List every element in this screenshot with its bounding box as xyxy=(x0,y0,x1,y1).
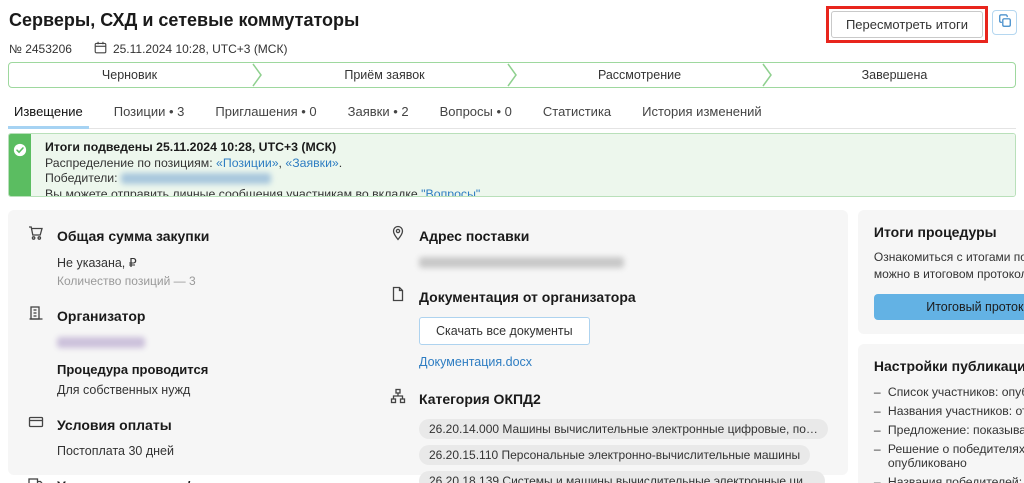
okpd2-section: Категория ОКПД2 26.20.14.000 Машины вычи… xyxy=(390,388,828,483)
organizer-title: Организатор xyxy=(57,308,145,324)
tab-statistics[interactable]: Статистика xyxy=(541,100,613,128)
procedure-datetime: 25.11.2024 10:28, UTC+3 (МСК) xyxy=(94,41,288,57)
publication-setting-item: Решение о победителях: опубликовано xyxy=(874,440,1024,473)
winner-name-redacted xyxy=(121,173,271,184)
copy-link-button[interactable] xyxy=(992,10,1017,35)
delivery-terms-section: Условия поставки / оказания услуг xyxy=(28,475,390,483)
check-circle-icon xyxy=(13,143,27,196)
tab-invitations[interactable]: Приглашения • 0 xyxy=(213,100,318,128)
building-icon xyxy=(28,305,44,326)
review-results-button[interactable]: Пересмотреть итоги xyxy=(831,11,983,38)
delivery-address-section: Адрес поставки xyxy=(390,225,828,269)
tab-history[interactable]: История изменений xyxy=(640,100,764,128)
chevron-separator-icon xyxy=(505,63,519,87)
banner-message-line: Вы можете отправить личные сообщения уча… xyxy=(45,187,1001,197)
documentation-section: Документация от организатора Скачать все… xyxy=(390,286,828,371)
organizer-section: Организатор Процедура проводится Для соб… xyxy=(28,305,390,397)
okpd2-chip: 26.20.18.139 Системы и машины вычислител… xyxy=(419,471,825,483)
step-completed: Завершена xyxy=(774,63,1015,87)
step-review: Рассмотрение xyxy=(519,63,760,87)
payment-terms-title: Условия оплаты xyxy=(57,417,172,433)
hierarchy-icon xyxy=(390,388,406,409)
step-draft: Черновик xyxy=(9,63,250,87)
main-content: Общая сумма закупки Не указана, ₽ Количе… xyxy=(8,210,1016,475)
notice-card: Общая сумма закупки Не указана, ₽ Количе… xyxy=(8,210,848,475)
download-all-documents-button[interactable]: Скачать все документы xyxy=(419,317,590,345)
map-pin-icon xyxy=(390,225,406,246)
publication-settings-title: Настройки публикации xyxy=(874,358,1024,374)
banner-title: Итоги подведены 25.11.2024 10:28, UTC+3 … xyxy=(45,140,1001,156)
positions-link[interactable]: «Позиции» xyxy=(216,156,279,170)
questions-link[interactable]: "Вопросы" xyxy=(421,187,480,197)
banner-success-strip xyxy=(9,134,31,196)
banner-winners-line: Победители: xyxy=(45,171,1001,187)
document-icon xyxy=(390,286,406,307)
publication-settings-card: Настройки публикации Список участников: … xyxy=(858,344,1024,483)
total-sum-title: Общая сумма закупки xyxy=(57,228,209,244)
positions-count-note: Количество позиций — 3 xyxy=(57,274,390,288)
calendar-icon xyxy=(94,41,107,57)
publication-setting-item: Названия победителей: открыты xyxy=(874,473,1024,483)
okpd2-chip: 26.20.14.000 Машины вычислительные элект… xyxy=(419,419,828,439)
banner-body: Итоги подведены 25.11.2024 10:28, UTC+3 … xyxy=(31,134,1015,196)
credit-card-icon xyxy=(28,414,44,435)
bids-link[interactable]: «Заявки» xyxy=(285,156,338,170)
procedure-results-title: Итоги процедуры xyxy=(874,224,1024,240)
okpd2-title: Категория ОКПД2 xyxy=(419,391,541,407)
procedure-conducted-value: Для собственных нужд xyxy=(57,383,390,397)
page-title: Серверы, СХД и сетевые коммутаторы xyxy=(9,10,359,31)
payment-terms-value: Постоплата 30 дней xyxy=(57,444,390,458)
procedure-conducted-title: Процедура проводится xyxy=(57,362,390,377)
chevron-separator-icon xyxy=(250,63,264,87)
procedure-results-card: Итоги процедуры Ознакомиться с итогами п… xyxy=(858,210,1024,334)
notice-left-column: Общая сумма закупки Не указана, ₽ Количе… xyxy=(28,225,390,460)
page-header: Серверы, СХД и сетевые коммутаторы № 245… xyxy=(0,0,1024,60)
publication-setting-item: Названия участников: открыты xyxy=(874,402,1024,421)
notice-middle-column: Адрес поставки Документация от организат… xyxy=(390,225,828,460)
total-sum-value: Не указана, ₽ xyxy=(57,255,390,270)
delivery-terms-title: Условия поставки / оказания услуг xyxy=(57,478,299,483)
step-accepting-bids: Приём заявок xyxy=(264,63,505,87)
copy-icon xyxy=(998,14,1012,31)
delivery-address-title: Адрес поставки xyxy=(419,228,529,244)
procedure-results-text: Ознакомиться с итогами подробнее можно в… xyxy=(874,249,1024,283)
right-sidebar: Итоги процедуры Ознакомиться с итогами п… xyxy=(858,210,1024,475)
payment-terms-section: Условия оплаты Постоплата 30 дней xyxy=(28,414,390,458)
publication-settings-list: Список участников: опубликован Названия … xyxy=(874,383,1024,483)
documentation-file-link[interactable]: Документация.docx xyxy=(419,355,532,369)
banner-distribution-line: Распределение по позициям: «Позиции», «З… xyxy=(45,156,1001,172)
documentation-title: Документация от организатора xyxy=(419,289,636,305)
cart-icon xyxy=(28,225,44,246)
status-stepper: Черновик Приём заявок Рассмотрение Завер… xyxy=(8,62,1016,88)
organizer-name-redacted xyxy=(57,337,145,348)
tab-bids[interactable]: Заявки • 2 xyxy=(346,100,411,128)
tab-questions[interactable]: Вопросы • 0 xyxy=(438,100,514,128)
procedure-meta: № 2453206 25.11.2024 10:28, UTC+3 (МСК) xyxy=(9,41,287,57)
red-annotation-box: Пересмотреть итоги xyxy=(826,6,988,43)
tab-bar: Извещение Позиции • 3 Приглашения • 0 За… xyxy=(8,100,1016,129)
tab-positions[interactable]: Позиции • 3 xyxy=(112,100,187,128)
chevron-separator-icon xyxy=(760,63,774,87)
procedure-page: Серверы, СХД и сетевые коммутаторы № 245… xyxy=(0,0,1024,483)
final-protocol-button[interactable]: Итоговый протокол xyxy=(874,294,1024,320)
publication-setting-item: Предложение: показывать цены xyxy=(874,421,1024,440)
delivery-address-redacted xyxy=(419,257,624,268)
publication-setting-item: Список участников: опубликован xyxy=(874,383,1024,402)
total-sum-section: Общая сумма закупки Не указана, ₽ Количе… xyxy=(28,225,390,288)
procedure-number: № 2453206 xyxy=(9,42,72,56)
okpd2-chip-list: 26.20.14.000 Машины вычислительные элект… xyxy=(419,419,828,483)
truck-icon xyxy=(28,475,44,483)
tab-notice[interactable]: Извещение xyxy=(12,100,85,128)
okpd2-chip: 26.20.15.110 Персональные электронно-выч… xyxy=(419,445,810,465)
results-banner: Итоги подведены 25.11.2024 10:28, UTC+3 … xyxy=(8,133,1016,197)
